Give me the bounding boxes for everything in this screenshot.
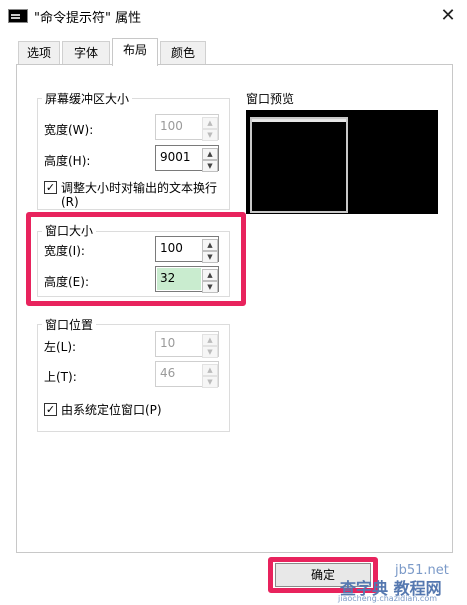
- window-width-stepper[interactable]: 100 ▲ ▼: [155, 236, 219, 263]
- position-left-stepper[interactable]: 10 ▲ ▼: [155, 331, 219, 358]
- chevron-down-icon[interactable]: ▼: [202, 251, 218, 263]
- chevron-up-icon[interactable]: ▲: [202, 269, 218, 281]
- chevron-up-icon[interactable]: ▲: [202, 334, 218, 346]
- window-height-label: 高度(E):: [44, 275, 89, 289]
- chevron-down-icon[interactable]: ▼: [202, 346, 218, 358]
- preview-title: 窗口预览: [246, 92, 295, 106]
- chevron-up-icon[interactable]: ▲: [202, 364, 218, 376]
- title-bar: "命令提示符" 属性 ✕: [0, 0, 467, 32]
- system-position-label: 由系统定位窗口(P): [61, 403, 162, 417]
- buffer-height-label: 高度(H):: [44, 154, 91, 168]
- position-top-spin-buttons: ▲ ▼: [202, 364, 218, 388]
- window-width-spin-buttons: ▲ ▼: [202, 239, 218, 263]
- tab-font[interactable]: 字体: [62, 41, 110, 65]
- wrap-text-label: 调整大小时对输出的文本换行: [61, 181, 218, 195]
- buffer-height-value: 9001: [160, 150, 191, 164]
- position-top-value: 46: [160, 366, 176, 380]
- window-width-value: 100: [160, 241, 183, 255]
- buffer-width-stepper[interactable]: 100 ▲ ▼: [155, 114, 219, 141]
- window-height-stepper[interactable]: 32 ▲ ▼: [155, 266, 219, 293]
- tab-layout[interactable]: 布局: [112, 38, 158, 66]
- window-size-group-title: 窗口大小: [42, 222, 97, 239]
- tab-colors[interactable]: 颜色: [160, 41, 206, 65]
- wrap-text-checkbox[interactable]: ✓: [44, 181, 57, 194]
- chevron-up-icon[interactable]: ▲: [202, 117, 218, 129]
- console-app-icon: [8, 9, 28, 23]
- position-left-spin-buttons: ▲ ▼: [202, 334, 218, 358]
- buffer-size-group-title: 屏幕缓冲区大小: [42, 90, 133, 107]
- position-top-label: 上(T):: [44, 370, 77, 384]
- position-left-value: 10: [160, 336, 176, 350]
- chevron-down-icon[interactable]: ▼: [202, 160, 218, 172]
- chevron-up-icon[interactable]: ▲: [202, 148, 218, 160]
- chevron-down-icon[interactable]: ▼: [202, 281, 218, 293]
- chevron-up-icon[interactable]: ▲: [202, 239, 218, 251]
- window-position-group-title: 窗口位置: [42, 316, 97, 333]
- tab-options[interactable]: 选项: [18, 41, 60, 65]
- buffer-width-spin-buttons: ▲ ▼: [202, 117, 218, 141]
- chevron-down-icon[interactable]: ▼: [202, 129, 218, 141]
- buffer-width-value: 100: [160, 119, 183, 133]
- window-preview-frame: [250, 117, 348, 213]
- window-title: "命令提示符" 属性: [34, 11, 142, 26]
- buffer-height-spin-buttons: ▲ ▼: [202, 148, 218, 172]
- watermark-url: jiaocheng.chazidian.com: [338, 594, 438, 603]
- position-top-stepper[interactable]: 46 ▲ ▼: [155, 361, 219, 388]
- window-height-value[interactable]: 32: [160, 271, 175, 285]
- buffer-width-label: 宽度(W):: [44, 123, 94, 137]
- system-position-checkbox[interactable]: ✓: [44, 403, 57, 416]
- position-left-label: 左(L):: [44, 340, 77, 354]
- chevron-down-icon[interactable]: ▼: [202, 376, 218, 388]
- window-width-label: 宽度(I):: [44, 244, 85, 258]
- window-height-spin-buttons: ▲ ▼: [202, 269, 218, 293]
- wrap-text-label-suffix: (R): [61, 195, 79, 209]
- buffer-height-stepper[interactable]: 9001 ▲ ▼: [155, 145, 219, 172]
- close-button[interactable]: ✕: [430, 0, 466, 32]
